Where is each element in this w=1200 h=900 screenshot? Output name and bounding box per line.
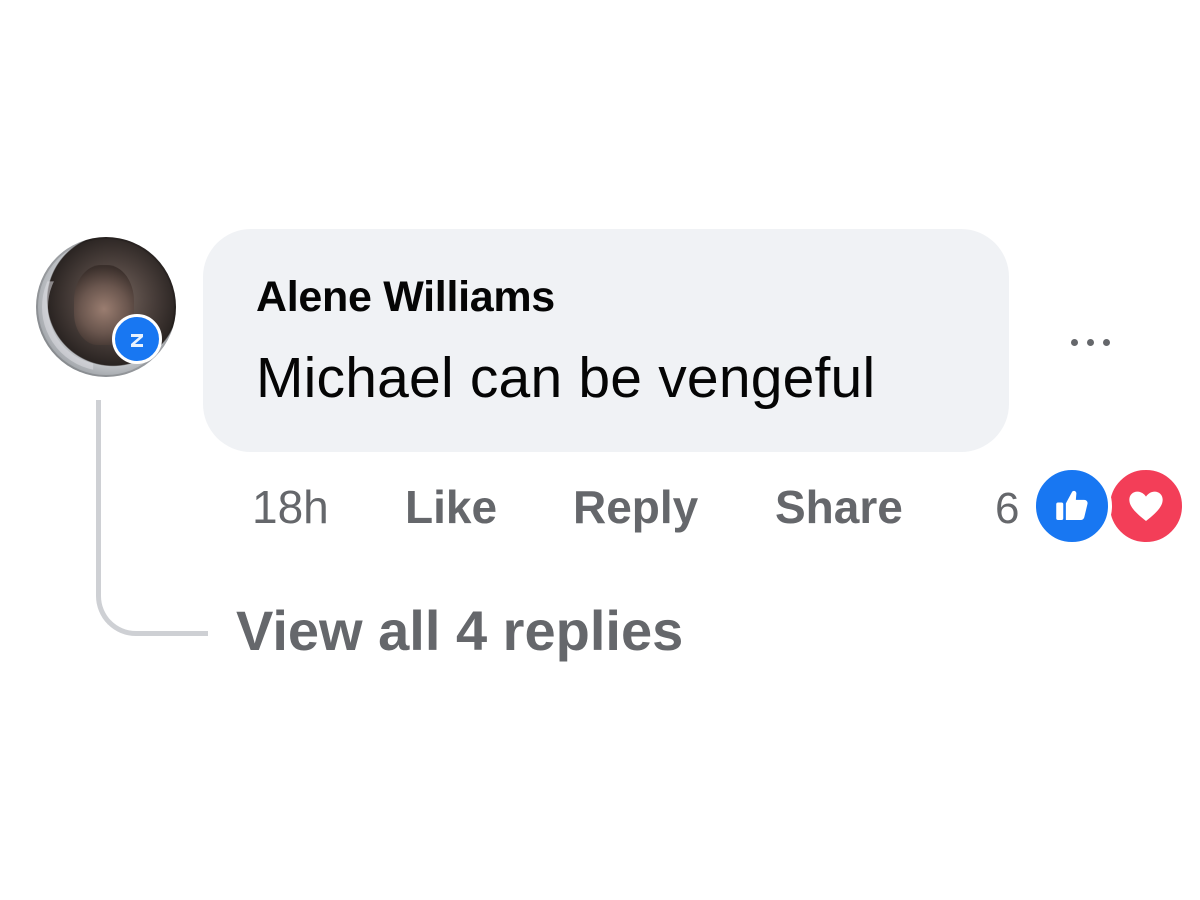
more-dot bbox=[1102, 338, 1110, 346]
like-button[interactable]: Like bbox=[405, 480, 497, 534]
comment-timestamp[interactable]: 18h bbox=[252, 480, 329, 534]
comment-actions: 18h Like Reply Share bbox=[0, 480, 1200, 540]
heart-icon[interactable] bbox=[1106, 466, 1186, 546]
more-dot bbox=[1086, 338, 1094, 346]
comment-container: Alene Williams Michael can be vengeful 1… bbox=[0, 0, 1200, 900]
more-options-icon[interactable] bbox=[1058, 322, 1122, 362]
comment-author[interactable]: Alene Williams bbox=[256, 273, 555, 322]
reply-button[interactable]: Reply bbox=[573, 480, 698, 534]
view-all-replies-link[interactable]: View all 4 replies bbox=[236, 598, 683, 663]
comment-text: Michael can be vengeful bbox=[256, 346, 876, 410]
top-fan-badge-icon bbox=[112, 314, 162, 364]
more-dot bbox=[1070, 338, 1078, 346]
share-button[interactable]: Share bbox=[775, 480, 903, 534]
thumbs-up-icon[interactable] bbox=[1032, 466, 1112, 546]
comment-bubble bbox=[203, 229, 1009, 452]
reaction-count[interactable]: 6 bbox=[995, 484, 1019, 534]
